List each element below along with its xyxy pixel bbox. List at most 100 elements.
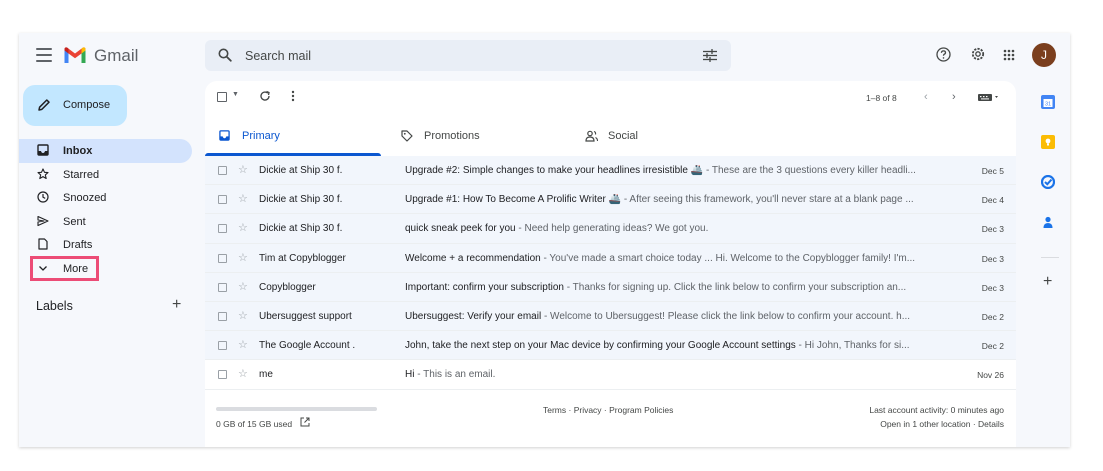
select-all-checkbox[interactable] — [217, 92, 227, 102]
email-snippet: - After seeing this framework, you'll ne… — [621, 194, 914, 206]
gmail-logo-icon[interactable] — [63, 45, 87, 65]
tab-social[interactable]: Social — [571, 121, 756, 156]
add-label-button[interactable]: + — [172, 296, 181, 314]
email-row[interactable]: ☆ The Google Account . John, take the ne… — [205, 331, 1016, 361]
email-row[interactable]: ☆ Dickie at Ship 30 f. Upgrade #1: How T… — [205, 185, 1016, 215]
row-checkbox[interactable] — [218, 166, 227, 175]
row-checkbox[interactable] — [218, 282, 227, 292]
email-row[interactable]: ☆ me Hi - This is an email. Nov 26 — [205, 360, 1016, 390]
row-checkbox[interactable] — [218, 195, 227, 205]
gmail-brand-text[interactable]: Gmail — [94, 46, 138, 66]
row-checkbox[interactable] — [218, 370, 227, 380]
star-icon[interactable]: ☆ — [238, 367, 248, 380]
sidebar-item-inbox[interactable]: Inbox — [19, 139, 192, 163]
mail-footer: 0 GB of 15 GB used Terms · Privacy · Pro… — [205, 399, 1016, 447]
sidebar-item-label: Drafts — [63, 239, 93, 251]
main-menu-icon[interactable] — [36, 48, 52, 62]
storage-usage: 0 GB of 15 GB used — [216, 419, 293, 429]
get-addons-button[interactable]: + — [1043, 273, 1052, 291]
sidebar-item-label: Inbox — [63, 145, 93, 157]
row-checkbox[interactable] — [218, 224, 227, 234]
star-icon — [37, 167, 49, 179]
email-snippet: - This is an email. — [414, 369, 496, 381]
settings-icon[interactable] — [970, 46, 986, 62]
star-icon[interactable]: ☆ — [238, 221, 248, 234]
tab-primary[interactable]: Primary — [205, 121, 381, 156]
gmail-window: Gmail J Compose Inbox Starred Snoozed Se… — [19, 33, 1070, 447]
search-bar[interactable] — [205, 40, 731, 71]
compose-button[interactable]: Compose — [23, 85, 127, 126]
email-row[interactable]: ☆ Copyblogger Important: confirm your su… — [205, 272, 1016, 302]
keep-icon[interactable] — [1041, 135, 1055, 149]
older-page-button[interactable]: ‹ — [924, 91, 928, 103]
refresh-icon[interactable] — [259, 90, 271, 102]
sidebar-item-more[interactable]: More — [19, 255, 192, 281]
email-subject: Upgrade #2: Simple changes to make your … — [405, 165, 704, 176]
sidebar-nav: Inbox Starred Snoozed Sent Drafts More — [19, 139, 199, 281]
email-date: Dec 5 — [981, 166, 1004, 176]
sidebar-item-starred[interactable]: Starred — [19, 163, 192, 187]
inbox-icon — [219, 130, 230, 141]
storage-meter — [216, 407, 377, 411]
side-panel-divider — [1041, 257, 1059, 258]
contacts-icon[interactable] — [1041, 215, 1055, 229]
last-activity: Last account activity: 0 minutes ago — [869, 405, 1004, 415]
star-icon[interactable]: ☆ — [238, 338, 248, 351]
calendar-icon[interactable]: 31 — [1041, 95, 1055, 109]
email-row[interactable]: ☆ Dickie at Ship 30 f. quick sneak peek … — [205, 214, 1016, 244]
tasks-icon[interactable] — [1041, 175, 1055, 189]
sidebar-item-snoozed[interactable]: Snoozed — [19, 186, 192, 210]
compose-label: Compose — [63, 99, 111, 111]
row-checkbox[interactable] — [218, 253, 227, 263]
newer-page-button[interactable]: › — [952, 91, 956, 103]
tab-label: Primary — [242, 130, 280, 142]
open-external-icon[interactable] — [300, 417, 310, 427]
email-sender: The Google Account . — [259, 340, 356, 352]
activity-details-link[interactable]: Open in 1 other location · Details — [880, 419, 1004, 429]
email-preview: Hi - This is an email. — [405, 369, 945, 380]
sidebar-item-sent[interactable]: Sent — [19, 210, 192, 234]
star-icon[interactable]: ☆ — [238, 192, 248, 205]
select-menu-icon[interactable]: ▼ — [232, 91, 239, 98]
search-input[interactable] — [245, 46, 665, 66]
email-sender: Ubersuggest support — [259, 310, 352, 322]
email-preview: Upgrade #2: Simple changes to make your … — [405, 165, 945, 176]
help-icon[interactable] — [936, 47, 951, 62]
row-checkbox[interactable] — [218, 311, 227, 321]
email-snippet: - These are the 3 questions every killer… — [703, 165, 916, 176]
email-date: Dec 3 — [981, 282, 1004, 293]
policy-links[interactable]: Terms · Privacy · Program Policies — [543, 405, 673, 415]
send-icon — [37, 215, 49, 226]
inbox-icon — [37, 144, 49, 156]
account-avatar[interactable]: J — [1032, 43, 1056, 67]
star-icon[interactable]: ☆ — [238, 163, 248, 176]
email-subject: quick sneak peek for you — [405, 223, 516, 235]
email-row[interactable]: ☆ Dickie at Ship 30 f. Upgrade #2: Simpl… — [205, 156, 1016, 186]
email-snippet: - Hi John, Thanks for si... — [795, 340, 910, 352]
star-icon[interactable]: ☆ — [238, 309, 248, 322]
apps-grid-icon[interactable] — [1003, 49, 1015, 61]
email-snippet: - Thanks for signing up. Click the link … — [563, 281, 907, 293]
list-toolbar: ▼ 1–8 of 8 ‹ › — [205, 81, 1016, 113]
tab-label: Social — [608, 130, 638, 142]
search-icon[interactable] — [218, 48, 232, 62]
star-icon[interactable]: ☆ — [238, 251, 248, 264]
email-sender: Dickie at Ship 30 f. — [259, 165, 343, 176]
more-options-icon[interactable] — [291, 90, 295, 102]
message-count: 1–8 of 8 — [866, 93, 897, 103]
labels-heading: Labels — [36, 299, 73, 313]
sidebar-item-drafts[interactable]: Drafts — [19, 233, 192, 257]
mail-panel: ▼ 1–8 of 8 ‹ › Primary Promotions Social — [205, 81, 1016, 447]
row-checkbox[interactable] — [218, 341, 227, 351]
email-date: Dec 2 — [981, 311, 1004, 322]
email-row[interactable]: ☆ Ubersuggest support Ubersuggest: Verif… — [205, 301, 1016, 332]
tune-icon[interactable] — [703, 49, 717, 62]
sidebar-item-label: Starred — [63, 168, 100, 181]
email-row[interactable]: ☆ Tim at Copyblogger Welcome + a recomme… — [205, 243, 1016, 273]
star-icon[interactable]: ☆ — [238, 280, 248, 293]
email-sender: Dickie at Ship 30 f. — [259, 194, 343, 206]
email-subject: Upgrade #1: How To Become A Prolific Wri… — [405, 194, 622, 206]
tab-promotions[interactable]: Promotions — [387, 121, 572, 156]
email-date: Dec 3 — [981, 253, 1004, 264]
keyboard-icon[interactable] — [978, 94, 1000, 101]
